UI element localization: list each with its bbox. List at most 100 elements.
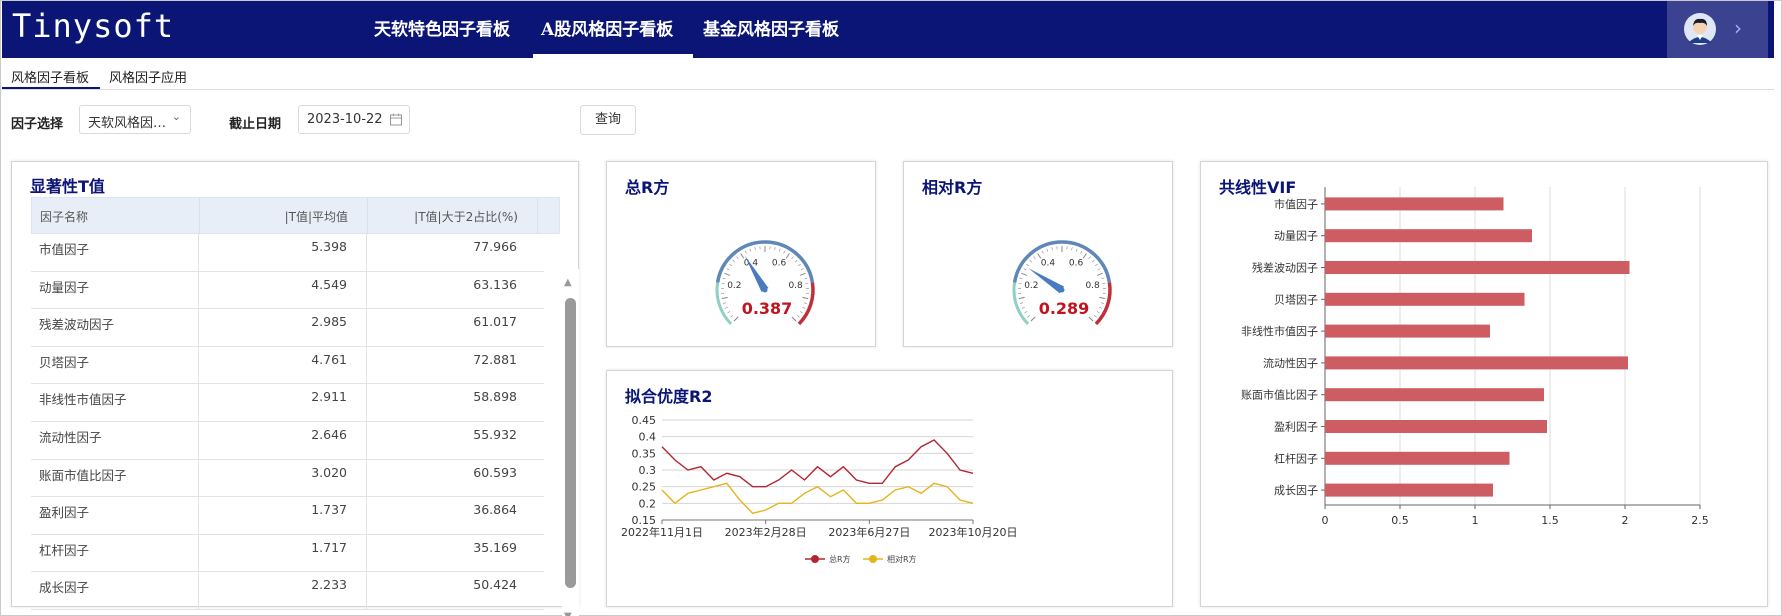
gauge-tick — [1091, 259, 1095, 263]
gauge-tick — [1021, 272, 1028, 276]
y-tick-label: 账面市值比因子 — [1241, 388, 1318, 402]
subtab-style-board[interactable]: 风格因子看板 — [11, 67, 89, 86]
table-row: 流动性因子 2.646 55.932 — [31, 422, 544, 460]
vif-bar — [1325, 483, 1493, 497]
gauge-tick — [721, 296, 728, 300]
gauge-tick — [732, 259, 736, 263]
gauge-tick — [1100, 302, 1104, 304]
gauge-tick — [754, 247, 756, 251]
gauge-value: 0.387 — [742, 299, 793, 318]
y-tick-label: 残差波动因子 — [1252, 261, 1318, 275]
nav-tab-fund-factors[interactable]: 基金风格因子看板 — [703, 15, 839, 40]
gauge-tick — [727, 311, 731, 314]
gauge-tick-label: 0.8 — [788, 281, 803, 291]
gauge-tick — [800, 268, 804, 271]
y-tick-label: 盈利因子 — [1274, 421, 1318, 434]
table-row: 贝塔因子 4.761 72.881 — [31, 346, 544, 385]
gauge-tick — [799, 272, 806, 276]
y-tick-label: 0.2 — [639, 497, 657, 510]
y-tick-label: 0.25 — [632, 481, 657, 494]
gauge-tick — [797, 263, 801, 267]
user-menu[interactable]: › — [1667, 1, 1768, 58]
gauge-tick — [802, 296, 809, 300]
cell-t-gt2-ratio: 77.966 — [473, 239, 517, 254]
calendar-icon — [390, 113, 402, 126]
nav-tab-a-share-factors[interactable]: A股风格因子看板 — [541, 15, 673, 40]
gauge-tick — [1075, 248, 1078, 252]
cell-t-mean: 4.761 — [311, 351, 347, 367]
nav-tab-tinysoft-factors[interactable]: 天软特色因子看板 — [374, 15, 510, 40]
y-tick-label: 成长因子 — [1274, 484, 1318, 497]
factor-select[interactable]: 天软风格因… ⌄ — [79, 105, 191, 134]
end-date-input[interactable]: 2023-10-22 — [298, 105, 410, 134]
cell-t-gt2-ratio: 60.593 — [473, 464, 517, 480]
cell-t-gt2-ratio: 55.932 — [473, 427, 517, 442]
x-tick-label: 0.5 — [1391, 514, 1409, 527]
x-tick-label: 2023年10月20日 — [929, 525, 1018, 539]
cell-t-mean: 2.233 — [311, 577, 347, 593]
gauge-tick — [749, 248, 752, 252]
gauge-tick — [804, 277, 808, 280]
vif-bar — [1325, 261, 1630, 274]
y-tick-label: 杠杆因子 — [1274, 451, 1318, 465]
chevron-right-icon[interactable]: › — [1734, 16, 1742, 40]
gauge-tick — [785, 253, 790, 259]
cell-t-gt2-ratio: 58.898 — [473, 389, 517, 405]
scroll-down-icon[interactable]: ▼ — [564, 611, 572, 616]
vif-bar — [1325, 197, 1504, 211]
gauge-value: 0.289 — [1039, 299, 1090, 318]
total-r2-panel: 总R方 0.2 0.4 0.6 0.8 0.387 — [606, 161, 876, 347]
cell-t-gt2-ratio: 36.864 — [473, 502, 517, 518]
y-tick-label: 0.35 — [632, 447, 657, 460]
gauge-tick — [1027, 315, 1030, 318]
table-row: 动量因子 4.549 63.136 — [31, 271, 544, 310]
gauge-tick — [1096, 272, 1103, 276]
gauge-tick — [1021, 306, 1025, 309]
cell-factor-name: 流动性因子 — [39, 430, 102, 445]
query-button[interactable]: 查询 — [580, 105, 636, 135]
vif-bar — [1325, 229, 1532, 243]
tvalue-panel: 显著性T值 因子名称 |T值|平均值 |T值|大于2占比(%) 市值因子 5.39… — [11, 161, 579, 616]
gauge-tick — [1020, 302, 1024, 304]
gauge-tick — [722, 277, 726, 280]
gauge-tick — [791, 256, 794, 260]
chevron-down-icon: ⌄ — [171, 110, 181, 123]
gauge-tick — [1033, 256, 1036, 260]
table-row: 非线性市值因子 2.911 58.898 — [31, 384, 544, 422]
subtab-style-application[interactable]: 风格因子应用 — [109, 67, 187, 86]
cell-factor-name: 动量因子 — [39, 279, 90, 295]
legend-marker — [869, 555, 877, 563]
gauge-tick — [723, 302, 727, 304]
x-tick-label: 2022年11月1日 — [621, 525, 703, 539]
gauge-tick — [1097, 268, 1101, 271]
top-header: Tinysoft 天软特色因子看板 A股风格因子看板 基金风格因子看板 › — [2, 1, 1774, 58]
cell-factor-name: 市值因子 — [39, 242, 90, 257]
cell-t-mean: 2.985 — [311, 314, 347, 330]
cell-t-mean: 1.717 — [311, 539, 347, 555]
total-r2-title: 总R方 — [625, 178, 670, 197]
x-tick-label: 0 — [1322, 514, 1329, 527]
table-header: 因子名称 |T值|平均值 |T值|大于2占比(%) — [31, 197, 560, 234]
user-avatar-icon[interactable] — [1684, 13, 1716, 45]
cell-factor-name: 杠杆因子 — [39, 542, 90, 558]
x-tick-label: 1 — [1472, 514, 1479, 527]
gauge-tick-label: 0.4 — [1041, 258, 1056, 268]
scroll-up-icon[interactable]: ▲ — [564, 277, 572, 288]
r2-panel: 拟合优度R2 0.15 0.2 0.25 0.3 0.35 0.4 0.45 2022年11月… — [606, 370, 1173, 607]
r2-line-chart: 0.150.20.250.30.350.40.452022年11月1日 2023年… — [621, 414, 1018, 564]
factor-select-value: 天软风格因… — [88, 116, 167, 131]
gauge-tick — [726, 268, 730, 271]
gauge-tick — [799, 311, 803, 314]
vif-bar-chart: 0 0.5 1 1.5 2 2.5 市值因子动量因子残差波动因子贝塔因子非线性市值因子流动性… — [1241, 187, 1709, 527]
end-date-label: 截止日期 — [229, 117, 282, 132]
y-tick-label: 0.3 — [639, 464, 657, 477]
gauge-tick — [1026, 263, 1030, 267]
relative-r2-gauge: 0.2 0.4 0.6 0.8 0.289 — [1012, 240, 1112, 326]
scrollbar-thumb[interactable] — [565, 298, 576, 588]
gauge-tick-label: 0.6 — [772, 258, 787, 268]
active-subtab-indicator — [2, 87, 100, 89]
gauge-tick — [1099, 306, 1103, 309]
gauge-tick — [1046, 248, 1049, 252]
gauge-tick — [724, 272, 731, 276]
vif-bar — [1325, 324, 1490, 338]
